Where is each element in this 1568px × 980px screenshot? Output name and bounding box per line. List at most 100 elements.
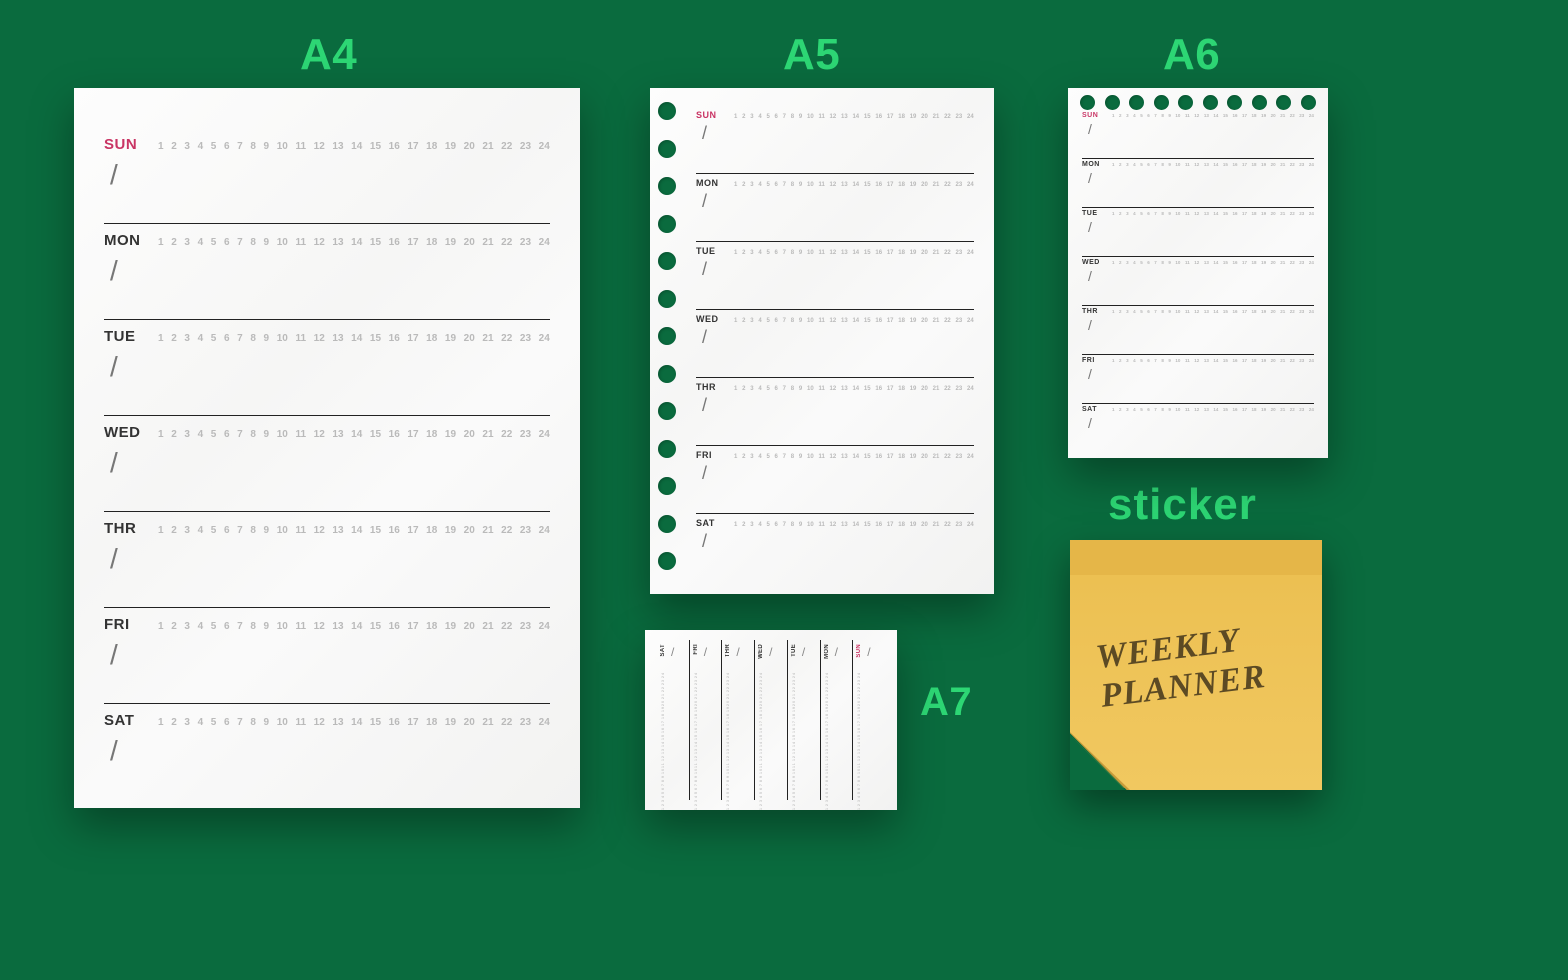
day-row-sun: SUN 1234567891011121314151617181920212223… (1082, 110, 1314, 159)
date-slash: / (702, 395, 974, 416)
date-slash: / (110, 447, 550, 479)
hour-scale: 123456789101112131415161718192021222324 (158, 237, 550, 248)
day-name: FRI (693, 644, 699, 655)
date-slash: / (1088, 415, 1314, 431)
day-row-sun: SUN 1234567891011121314151617181920212223… (696, 106, 974, 174)
day-name: WED (1082, 259, 1102, 266)
date-slash: / (110, 255, 550, 287)
day-row-tue: TUE1234567891011121314151617181920212223… (696, 242, 974, 310)
date-slash: / (769, 645, 772, 659)
hole-icon (658, 252, 676, 270)
hour-scale: 123456789101112131415161718192021222324 (759, 672, 763, 810)
day-name: WED (696, 314, 724, 324)
date-slash: / (1088, 366, 1314, 382)
hour-scale: 123456789101112131415161718192021222324 (1112, 113, 1314, 118)
day-name: THR (104, 520, 148, 537)
label-a5: A5 (783, 30, 840, 80)
day-row-fri: FRI 1234567891011121314151617181920212223… (1082, 355, 1314, 404)
day-col-sun: SUN/123456789101112131415161718192021222… (852, 640, 885, 800)
day-name: MON (1082, 161, 1102, 168)
hour-scale: 123456789101112131415161718192021222324 (734, 386, 974, 392)
day-name: MON (104, 232, 148, 249)
hole-icon (1301, 95, 1316, 110)
hole-icon (658, 552, 676, 570)
date-slash: / (835, 645, 838, 659)
day-name: FRI (104, 616, 148, 633)
day-row-tue: TUE1234567891011121314151617181920212223… (104, 320, 550, 416)
hour-scale: 123456789101112131415161718192021222324 (1112, 358, 1314, 363)
hour-scale: 123456789101112131415161718192021222324 (734, 114, 974, 120)
hour-scale: 123456789101112131415161718192021222324 (734, 182, 974, 188)
date-slash: / (702, 191, 974, 212)
planner-a4: SUN 1234567891011121314151617181920212223… (74, 88, 580, 808)
day-name: FRI (1082, 357, 1102, 364)
planner-a5: SUN 1234567891011121314151617181920212223… (650, 88, 994, 594)
day-name: SUN (104, 136, 148, 153)
day-name: FRI (696, 450, 724, 460)
date-slash: / (802, 645, 805, 659)
date-slash: / (671, 645, 674, 659)
day-row-wed: WED 1234567891011121314151617181920212223… (1082, 257, 1314, 306)
day-name: SAT (696, 518, 724, 528)
hour-scale: 123456789101112131415161718192021222324 (661, 672, 665, 810)
day-name: TUE (696, 246, 724, 256)
date-slash: / (110, 159, 550, 191)
hole-icon (658, 140, 676, 158)
day-row-sat: SAT1234567891011121314151617181920212223… (104, 704, 550, 800)
day-name: TUE (791, 644, 797, 657)
hour-scale: 123456789101112131415161718192021222324 (734, 318, 974, 324)
day-name: SUN (696, 110, 724, 120)
day-row-tue: TUE1234567891011121314151617181920212223… (1082, 208, 1314, 257)
day-name: THR (1082, 308, 1102, 315)
date-slash: / (110, 735, 550, 767)
binding-holes-top (1080, 95, 1316, 110)
hour-scale: 123456789101112131415161718192021222324 (158, 621, 550, 632)
day-row-mon: MON1234567891011121314151617181920212223… (1082, 159, 1314, 208)
date-slash: / (704, 645, 707, 659)
day-name: THR (725, 644, 731, 657)
hole-icon (658, 102, 676, 120)
label-a7: A7 (920, 680, 972, 725)
hour-scale: 123456789101112131415161718192021222324 (158, 525, 550, 536)
day-name: TUE (104, 328, 148, 345)
planner-a6: SUN 1234567891011121314151617181920212223… (1068, 88, 1328, 458)
date-slash: / (1088, 121, 1314, 137)
binding-holes-left (658, 102, 676, 570)
day-col-wed: WED/123456789101112131415161718192021222… (754, 640, 787, 800)
hole-icon (1154, 95, 1169, 110)
day-name: SAT (1082, 406, 1102, 413)
day-col-mon: MON/123456789101112131415161718192021222… (820, 640, 853, 800)
hole-icon (1178, 95, 1193, 110)
hour-scale: 123456789101112131415161718192021222324 (1112, 309, 1314, 314)
hour-scale: 123456789101112131415161718192021222324 (1112, 407, 1314, 412)
date-slash: / (702, 123, 974, 144)
sticky-note: WEEKLY PLANNER (1070, 540, 1322, 790)
hole-icon (658, 177, 676, 195)
date-slash: / (702, 531, 974, 552)
hour-scale: 123456789101112131415161718192021222324 (792, 672, 796, 810)
day-col-thr: THR/123456789101112131415161718192021222… (721, 640, 754, 800)
sticky-note-text: WEEKLY PLANNER (1094, 618, 1268, 716)
hour-scale: 123456789101112131415161718192021222324 (158, 141, 550, 152)
hole-icon (1252, 95, 1267, 110)
label-a4: A4 (300, 30, 357, 80)
hour-scale: 123456789101112131415161718192021222324 (158, 717, 550, 728)
hole-icon (658, 402, 676, 420)
day-name: WED (758, 644, 764, 659)
hour-scale: 123456789101112131415161718192021222324 (1112, 211, 1314, 216)
hole-icon (1129, 95, 1144, 110)
day-row-thr: THR 1234567891011121314151617181920212223… (104, 512, 550, 608)
hole-icon (658, 440, 676, 458)
hole-icon (658, 477, 676, 495)
hole-icon (1227, 95, 1242, 110)
day-row-wed: WED 1234567891011121314151617181920212223… (696, 310, 974, 378)
hole-icon (658, 515, 676, 533)
day-row-wed: WED1234567891011121314151617181920212223… (104, 416, 550, 512)
hour-scale: 123456789101112131415161718192021222324 (1112, 260, 1314, 265)
date-slash: / (110, 639, 550, 671)
day-name: SUN (1082, 112, 1102, 119)
day-name: THR (696, 382, 724, 392)
hole-icon (658, 365, 676, 383)
day-row-sat: SAT1234567891011121314151617181920212223… (696, 514, 974, 582)
day-row-fri: FRI1234567891011121314151617181920212223… (696, 446, 974, 514)
